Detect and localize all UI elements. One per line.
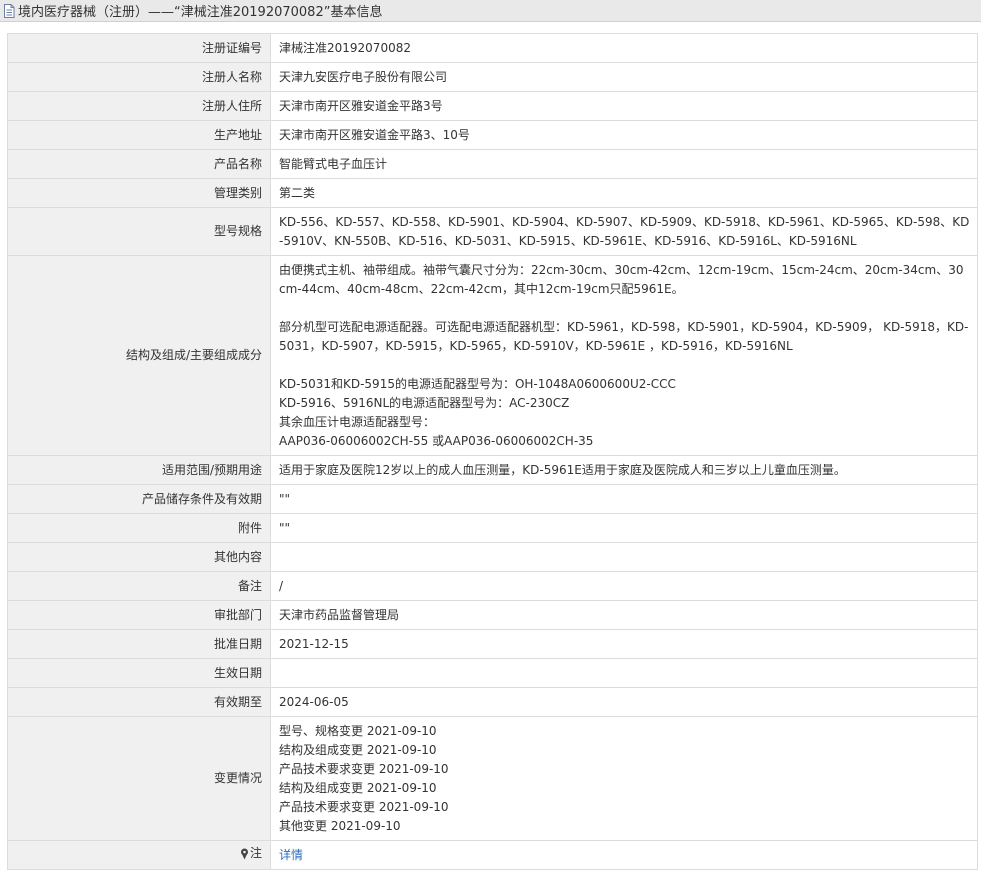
field-label: 其他内容 bbox=[7, 542, 271, 572]
structure-paragraph: 由便携式主机、袖带组成。袖带气囊尺寸分为：22cm-30cm、30cm-42cm… bbox=[279, 262, 964, 296]
field-label: 注册人名称 bbox=[7, 62, 271, 92]
field-value: 天津市药品监督管理局 bbox=[270, 600, 978, 630]
field-value: 适用于家庭及医院12岁以上的成人血压测量，KD-5961E适用于家庭及医院成人和… bbox=[270, 455, 978, 485]
change-item: 结构及组成变更 2021-09-10 bbox=[279, 780, 437, 795]
table-row: 生效日期 bbox=[7, 658, 978, 688]
table-row: 有效期至 2024-06-05 bbox=[7, 687, 978, 717]
field-label: 有效期至 bbox=[7, 687, 271, 717]
field-value: 2021-12-15 bbox=[270, 629, 978, 659]
change-item: 产品技术要求变更 2021-09-10 bbox=[279, 799, 449, 814]
field-value: 天津市南开区雅安道金平路3号 bbox=[270, 91, 978, 121]
page-title: 境内医疗器械（注册）——“津械注准20192070082”基本信息 bbox=[18, 5, 383, 20]
table-row: 适用范围/预期用途 适用于家庭及医院12岁以上的成人血压测量，KD-5961E适… bbox=[7, 455, 978, 485]
table-row: 备注 / bbox=[7, 571, 978, 601]
field-label: 管理类别 bbox=[7, 178, 271, 208]
table-row: 批准日期 2021-12-15 bbox=[7, 629, 978, 659]
field-label: 型号规格 bbox=[7, 207, 271, 256]
note-label: 注 bbox=[240, 844, 262, 863]
field-label: 审批部门 bbox=[7, 600, 271, 630]
table-row: 注册人名称 天津九安医疗电子股份有限公司 bbox=[7, 62, 978, 92]
field-value: 2024-06-05 bbox=[270, 687, 978, 717]
field-value: 型号、规格变更 2021-09-10 结构及组成变更 2021-09-10 产品… bbox=[270, 716, 978, 841]
structure-line: KD-5031和KD-5915的电源适配器型号为：OH-1048A0600600… bbox=[279, 376, 676, 391]
field-value bbox=[270, 542, 978, 572]
field-label: 产品储存条件及有效期 bbox=[7, 484, 271, 514]
structure-paragraph: 部分机型可选配电源适配器。可选配电源适配器机型：KD-5961，KD-598，K… bbox=[279, 319, 969, 353]
table-row: 结构及组成/主要组成成分 由便携式主机、袖带组成。袖带气囊尺寸分为：22cm-3… bbox=[7, 255, 978, 456]
field-value: "" bbox=[270, 513, 978, 543]
field-label: 备注 bbox=[7, 571, 271, 601]
pin-icon bbox=[240, 848, 249, 860]
field-label: 变更情况 bbox=[7, 716, 271, 841]
table-row: 型号规格 KD-556、KD-557、KD-558、KD-5901、KD-590… bbox=[7, 207, 978, 256]
document-icon bbox=[3, 3, 15, 18]
field-label: 适用范围/预期用途 bbox=[7, 455, 271, 485]
detail-link[interactable]: 详情 bbox=[279, 848, 303, 862]
field-label: 注 bbox=[7, 840, 271, 870]
field-label: 注册人住所 bbox=[7, 91, 271, 121]
field-label: 产品名称 bbox=[7, 149, 271, 179]
change-item: 结构及组成变更 2021-09-10 bbox=[279, 742, 437, 757]
page-title-bar: 境内医疗器械（注册）——“津械注准20192070082”基本信息 bbox=[0, 0, 981, 22]
table-row: 变更情况 型号、规格变更 2021-09-10 结构及组成变更 2021-09-… bbox=[7, 716, 978, 841]
field-label: 批准日期 bbox=[7, 629, 271, 659]
table-row: 注册证编号 津械注准20192070082 bbox=[7, 33, 978, 63]
field-label: 附件 bbox=[7, 513, 271, 543]
registration-info-table: 注册证编号 津械注准20192070082 注册人名称 天津九安医疗电子股份有限… bbox=[7, 33, 978, 870]
change-item: 型号、规格变更 2021-09-10 bbox=[279, 723, 437, 738]
field-value: 天津九安医疗电子股份有限公司 bbox=[270, 62, 978, 92]
table-row: 产品储存条件及有效期 "" bbox=[7, 484, 978, 514]
table-row: 注册人住所 天津市南开区雅安道金平路3号 bbox=[7, 91, 978, 121]
table-row: 注 详情 bbox=[7, 840, 978, 870]
note-label-text: 注 bbox=[249, 846, 262, 861]
field-value: 津械注准20192070082 bbox=[270, 33, 978, 63]
field-value: 智能臂式电子血压计 bbox=[270, 149, 978, 179]
change-item: 产品技术要求变更 2021-09-10 bbox=[279, 761, 449, 776]
table-row: 其他内容 bbox=[7, 542, 978, 572]
field-label: 注册证编号 bbox=[7, 33, 271, 63]
field-label: 结构及组成/主要组成成分 bbox=[7, 255, 271, 456]
field-label: 生效日期 bbox=[7, 658, 271, 688]
table-row: 审批部门 天津市药品监督管理局 bbox=[7, 600, 978, 630]
structure-line: KD-5916、5916NL的电源适配器型号为：AC-230CZ bbox=[279, 395, 570, 410]
table-row: 生产地址 天津市南开区雅安道金平路3、10号 bbox=[7, 120, 978, 150]
field-value: 由便携式主机、袖带组成。袖带气囊尺寸分为：22cm-30cm、30cm-42cm… bbox=[270, 255, 978, 456]
field-value: 详情 bbox=[270, 840, 978, 870]
table-row: 附件 "" bbox=[7, 513, 978, 543]
table-row: 管理类别 第二类 bbox=[7, 178, 978, 208]
field-label: 生产地址 bbox=[7, 120, 271, 150]
field-value: KD-556、KD-557、KD-558、KD-5901、KD-5904、KD-… bbox=[270, 207, 978, 256]
field-value: "" bbox=[270, 484, 978, 514]
structure-line: 其余血压计电源适配器型号： bbox=[279, 414, 436, 429]
field-value: 天津市南开区雅安道金平路3、10号 bbox=[270, 120, 978, 150]
table-row: 产品名称 智能臂式电子血压计 bbox=[7, 149, 978, 179]
field-value: / bbox=[270, 571, 978, 601]
change-item: 其他变更 2021-09-10 bbox=[279, 818, 401, 833]
field-value: 第二类 bbox=[270, 178, 978, 208]
structure-line: AAP036-06006002CH-55 或AAP036-06006002CH-… bbox=[279, 433, 594, 448]
field-value bbox=[270, 658, 978, 688]
